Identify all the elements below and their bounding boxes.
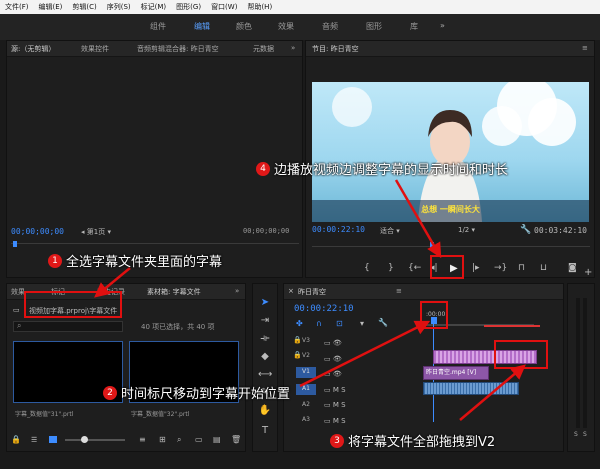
callout-text: 将字幕文件全部拖拽到V2 (348, 435, 496, 450)
callout-text: 边播放视频边调整字幕的显示时间和时长 (274, 163, 509, 178)
callout-1: 1 全选字幕文件夹里面的字幕 (48, 251, 222, 270)
callout-number: 2 (103, 385, 117, 400)
callout-number: 4 (256, 161, 270, 176)
callout-2: 2 时间标尺移动到字幕开始位置 (103, 383, 290, 402)
callout-number: 3 (330, 433, 344, 448)
callout-text: 时间标尺移动到字幕开始位置 (121, 387, 291, 402)
callout-3: 3 将字幕文件全部拖拽到V2 (330, 431, 495, 450)
callout-number: 1 (48, 253, 62, 268)
callout-text: 全选字幕文件夹里面的字幕 (66, 255, 223, 270)
annotation-arrows (94, 179, 526, 421)
callout-4: 4 边播放视频边调整字幕的显示时间和时长 (256, 159, 508, 178)
